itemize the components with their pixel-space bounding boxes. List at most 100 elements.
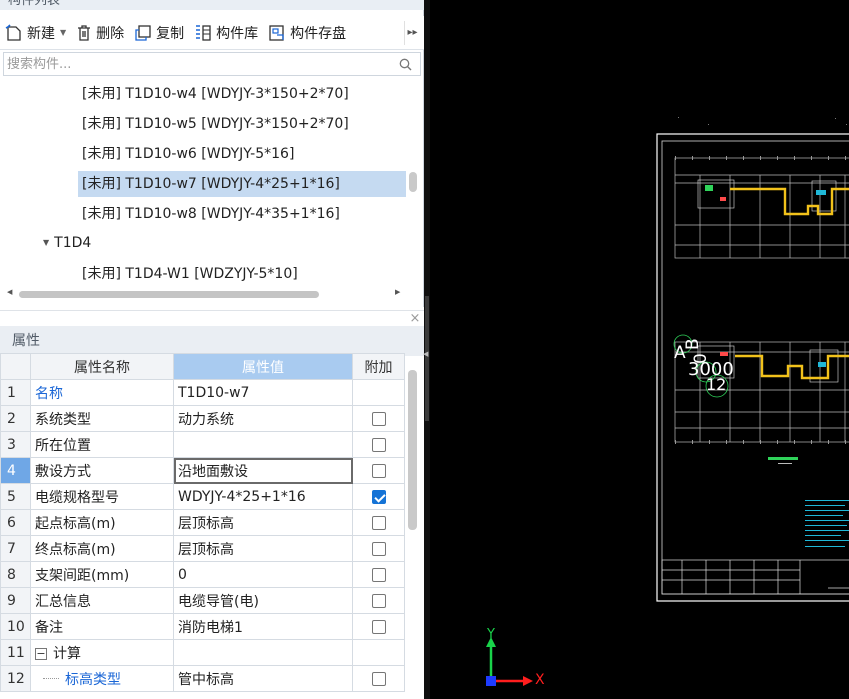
- new-label: 新建: [27, 25, 55, 42]
- property-name: 敷设方式: [30, 457, 174, 484]
- tree-vertical-scrollbar[interactable]: [409, 172, 417, 192]
- header-corner: [0, 353, 31, 380]
- property-name: 终点标高(m): [30, 535, 174, 562]
- toolbar-overflow-icon[interactable]: ▸▸: [404, 20, 420, 45]
- property-value[interactable]: 管中标高: [173, 665, 353, 692]
- row-number: 8: [0, 561, 31, 588]
- tree-item-selected[interactable]: [未用] T1D10-w7 [WDYJY-4*25+1*16]: [78, 171, 406, 197]
- property-row[interactable]: 9 汇总信息 电缆导管(电): [0, 587, 405, 614]
- tree-group-label: T1D4: [54, 235, 92, 251]
- properties-title: 属性: [0, 326, 424, 356]
- extra-checkbox[interactable]: [371, 671, 386, 686]
- top-dots: [678, 117, 847, 125]
- row-number: 1: [0, 379, 31, 406]
- component-tree: [未用] T1D10-w4 [WDYJY-3*150+2*70] [未用] T1…: [0, 80, 424, 284]
- property-group-row[interactable]: 11 − 计算: [0, 639, 405, 666]
- axis-y-label: Y: [487, 627, 495, 642]
- collapse-arrow-icon[interactable]: ▼: [43, 230, 49, 256]
- cad-drawing-view[interactable]: A B 0 3000 12 Y X: [430, 0, 849, 699]
- property-value[interactable]: 消防电梯1: [173, 613, 353, 640]
- close-icon[interactable]: ×: [408, 312, 422, 326]
- properties-vertical-scrollbar[interactable]: [408, 370, 417, 530]
- scroll-right-icon[interactable]: ▶: [395, 288, 400, 296]
- extra-checkbox[interactable]: [371, 463, 386, 478]
- column-header-value[interactable]: 属性值: [173, 353, 353, 380]
- property-value: [173, 639, 353, 666]
- cad-labels: A B 0 3000 12: [674, 338, 734, 394]
- property-name: 备注: [30, 613, 174, 640]
- trash-icon: [78, 24, 91, 41]
- extra-checkbox-checked[interactable]: [371, 489, 386, 504]
- extra-checkbox[interactable]: [371, 541, 386, 556]
- property-value-editor[interactable]: 沿地面敷设: [173, 457, 353, 484]
- property-row[interactable]: 1 名称 T1D10-w7: [0, 379, 405, 406]
- extra-checkbox[interactable]: [371, 593, 386, 608]
- property-value[interactable]: 电缆导管(电): [173, 587, 353, 614]
- extra-checkbox[interactable]: [371, 411, 386, 426]
- property-name: 标高类型: [30, 665, 174, 692]
- properties-panel: × 属性 属性名称 属性值 附加 1 名称 T1D10-w7 2 系统类型 动力…: [0, 310, 424, 699]
- collapse-arrow-icon[interactable]: ◀: [423, 350, 428, 358]
- scrollbar-thumb[interactable]: [408, 370, 417, 530]
- tree-item[interactable]: [未用] T1D10-w5 [WDYJY-3*150+2*70]: [78, 111, 408, 137]
- search-icon[interactable]: [399, 58, 412, 71]
- tree-item[interactable]: [未用] T1D4-W1 [WDZYJY-5*10]: [78, 261, 408, 284]
- scroll-left-icon[interactable]: ◀: [7, 288, 12, 296]
- collapse-icon[interactable]: −: [35, 647, 47, 660]
- property-value[interactable]: 0: [173, 561, 353, 588]
- extra-checkbox[interactable]: [371, 619, 386, 634]
- property-group-cell: − 计算: [30, 639, 174, 666]
- splitter-handle[interactable]: [425, 296, 429, 421]
- legend-bar: [768, 457, 798, 460]
- property-row[interactable]: 5 电缆规格型号 WDYJY-4*25+1*16: [0, 483, 405, 510]
- tree-item[interactable]: [未用] T1D10-w4 [WDYJY-3*150+2*70]: [78, 81, 408, 107]
- save-component-button[interactable]: 构件存盘: [263, 18, 351, 48]
- property-value[interactable]: 层顶标高: [173, 509, 353, 536]
- drawing-canvas[interactable]: A B 0 3000 12: [430, 0, 849, 699]
- property-value[interactable]: WDYJY-4*25+1*16: [173, 483, 353, 510]
- tree-group-t1d4[interactable]: ▼ T1D4: [43, 230, 91, 256]
- property-row[interactable]: 10 备注 消防电梯1: [0, 613, 405, 640]
- property-value[interactable]: 层顶标高: [173, 535, 353, 562]
- scrollbar-thumb[interactable]: [19, 291, 319, 298]
- component-search-input[interactable]: [4, 53, 384, 75]
- delete-button[interactable]: 删除: [71, 18, 129, 48]
- property-row-active[interactable]: 4 敷设方式 沿地面敷设: [0, 457, 405, 484]
- tree-item[interactable]: [未用] T1D10-w8 [WDYJY-4*35+1*16]: [78, 201, 408, 227]
- column-header-name[interactable]: 属性名称: [30, 353, 174, 380]
- extra-checkbox[interactable]: [371, 515, 386, 530]
- tree-horizontal-scrollbar[interactable]: ◀ ▶: [3, 288, 403, 300]
- property-row[interactable]: 6 起点标高(m) 层顶标高: [0, 509, 405, 536]
- property-row[interactable]: 7 终点标高(m) 层顶标高: [0, 535, 405, 562]
- row-number: 7: [0, 535, 31, 562]
- property-name: 电缆规格型号: [30, 483, 174, 510]
- row-number: 4: [0, 457, 31, 484]
- extra-checkbox[interactable]: [371, 437, 386, 452]
- property-value[interactable]: 动力系统: [173, 405, 353, 432]
- property-row[interactable]: 2 系统类型 动力系统: [0, 405, 405, 432]
- column-header-extra[interactable]: 附加: [352, 353, 405, 380]
- component-list-panel: 构件列表 新建 ▼ 删除 复制 构件库 构件存盘 ▸▸ 搜索构件... [未用]…: [0, 0, 424, 307]
- property-row[interactable]: 3 所在位置: [0, 431, 405, 458]
- row-number: 3: [0, 431, 31, 458]
- row-number: 10: [0, 613, 31, 640]
- row-number: 6: [0, 509, 31, 536]
- copy-label: 复制: [156, 25, 185, 42]
- copy-button[interactable]: 复制: [129, 18, 189, 48]
- new-button[interactable]: 新建 ▼: [0, 18, 71, 48]
- property-value[interactable]: T1D10-w7: [173, 379, 353, 406]
- row-number: 11: [0, 639, 31, 666]
- library-button[interactable]: 构件库: [189, 18, 263, 48]
- library-icon: [196, 24, 211, 41]
- new-dropdown-icon[interactable]: ▼: [60, 28, 66, 37]
- extra-cell: [352, 639, 405, 666]
- extra-cell: [352, 379, 405, 406]
- extra-checkbox[interactable]: [371, 567, 386, 582]
- property-row[interactable]: 12 标高类型 管中标高: [0, 665, 405, 692]
- tree-item[interactable]: [未用] T1D10-w6 [WDYJY-5*16]: [78, 141, 408, 167]
- property-value[interactable]: [173, 431, 353, 458]
- axis-x-label: X: [535, 672, 545, 688]
- component-search: [3, 52, 421, 76]
- property-row[interactable]: 8 支架间距(mm) 0: [0, 561, 405, 588]
- title-block: [661, 559, 849, 595]
